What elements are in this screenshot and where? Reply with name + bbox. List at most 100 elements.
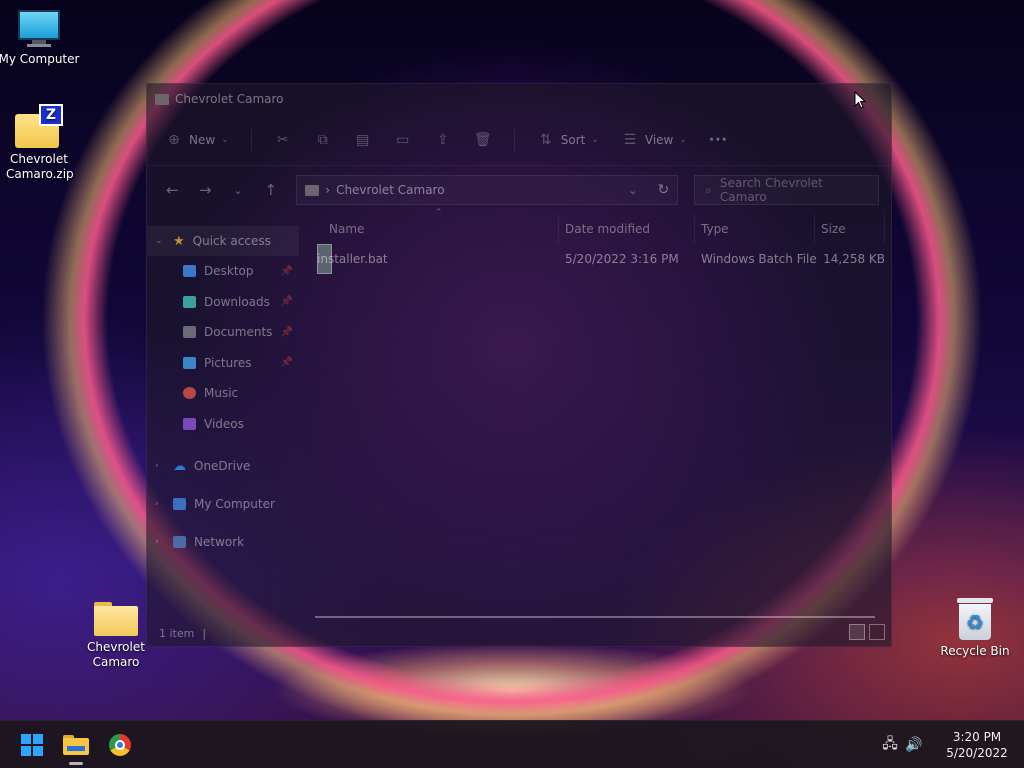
taskbar: 🖧 🔊 3:20 PM 5/20/2022 (0, 720, 1024, 768)
command-bar: ⊕ New ⌄ ✂ ⧉ ▤ ▭ ⇪ 🗑 ⇅ Sort ⌄ ☰ View ⌄ ··… (147, 114, 891, 166)
delete-button[interactable]: 🗑 (474, 132, 492, 148)
nav-my-computer[interactable]: › My Computer (147, 485, 299, 523)
desktop-icon-my-computer[interactable]: My Computer (0, 10, 84, 67)
chevron-down-icon: ⌄ (155, 236, 163, 246)
new-label: New (189, 132, 216, 147)
pin-icon[interactable]: 📌 (281, 357, 293, 368)
nav-item-pictures[interactable]: Pictures 📌 (147, 348, 299, 379)
copy-button[interactable]: ⧉ (314, 132, 332, 148)
pin-icon[interactable]: 📌 (281, 266, 293, 277)
nav-label: Quick access (192, 234, 271, 248)
table-row[interactable]: installer.bat 5/20/2022 3:16 PM Windows … (315, 244, 885, 274)
desktop-icon-label: Chevrolet Camaro.zip (6, 152, 74, 181)
column-header-size[interactable]: Size (815, 214, 885, 244)
document-icon (183, 326, 196, 339)
address-dropdown-icon[interactable]: ⌄ (628, 184, 637, 197)
nav-label: Desktop (204, 264, 254, 279)
desktop-icon-recycle-bin[interactable]: ♻ Recycle Bin (930, 598, 1020, 659)
chevron-down-icon: ⌄ (221, 134, 229, 145)
more-options-button[interactable]: ··· (709, 132, 728, 148)
desktop-icon (183, 265, 196, 278)
details-view-icon[interactable] (849, 624, 865, 640)
taskbar-file-explorer[interactable] (56, 721, 96, 768)
nav-label: Network (194, 535, 245, 549)
desktop-icon-zip[interactable]: Z Chevrolet Camaro.zip (0, 104, 84, 182)
desktop-icon-label: My Computer (0, 52, 80, 66)
item-count: 1 item (159, 626, 195, 640)
refresh-icon[interactable]: ↻ (657, 182, 669, 198)
breadcrumb[interactable]: Chevrolet Camaro (336, 183, 445, 197)
trash-icon: 🗑 (473, 131, 492, 148)
copy-icon: ⧉ (317, 131, 328, 148)
file-explorer-window[interactable]: Chevrolet Camaro ⊕ New ⌄ ✂ ⧉ ▤ ▭ ⇪ 🗑 ⇅ S… (146, 83, 892, 647)
new-button[interactable]: ⊕ New ⌄ (165, 132, 229, 148)
forward-arrow-icon[interactable]: → (192, 181, 219, 199)
taskbar-chrome[interactable] (100, 721, 140, 768)
nav-onedrive[interactable]: › ☁ OneDrive (147, 447, 299, 485)
tiles-view-icon[interactable] (869, 624, 885, 640)
nav-quick-access[interactable]: ⌄ ★ Quick access (147, 226, 299, 256)
view-icon: ☰ (623, 131, 637, 148)
start-button[interactable] (12, 721, 52, 768)
plus-icon: ⊕ (168, 131, 180, 148)
column-header-type[interactable]: Type (695, 214, 815, 244)
music-icon (183, 387, 196, 400)
window-title: Chevrolet Camaro (175, 92, 284, 106)
network-icon[interactable]: 🖧 (878, 733, 902, 757)
zip-archive-icon: Z (15, 104, 63, 148)
computer-icon (173, 498, 186, 510)
view-button[interactable]: ☰ View ⌄ (621, 132, 687, 148)
nav-label: Videos (204, 416, 244, 431)
cut-button[interactable]: ✂ (274, 132, 292, 148)
pin-icon[interactable]: 📌 (281, 327, 293, 338)
folder-icon (155, 93, 169, 105)
nav-item-videos[interactable]: Videos (147, 409, 299, 440)
breadcrumb-separator: › (325, 183, 331, 197)
up-arrow-icon[interactable]: ↑ (257, 181, 284, 199)
windows-logo-icon (21, 734, 43, 756)
status-bar: 1 item | (147, 620, 891, 646)
pin-icon[interactable]: 📌 (281, 296, 293, 307)
chevron-right-icon: › (155, 499, 159, 509)
rename-button[interactable]: ▭ (394, 132, 412, 148)
recent-chevron-icon[interactable]: ⌄ (225, 184, 252, 197)
share-button[interactable]: ⇪ (434, 132, 452, 148)
toolbar-divider (513, 128, 515, 151)
paste-button[interactable]: ▤ (354, 132, 372, 148)
column-header-date[interactable]: Date modified (559, 214, 695, 244)
column-header-name[interactable]: Name (323, 214, 559, 244)
navigation-pane: ⌄ ★ Quick access Desktop 📌 Downloads 📌 D… (147, 214, 299, 620)
sort-button[interactable]: ⇅ Sort ⌄ (537, 132, 599, 148)
search-input[interactable]: ⌕ Search Chevrolet Camaro (694, 175, 879, 205)
paste-icon: ▤ (356, 131, 370, 148)
nav-label: Pictures (204, 355, 252, 370)
cut-icon: ✂ (276, 131, 289, 148)
clock[interactable]: 3:20 PM 5/20/2022 (932, 729, 1022, 761)
nav-item-music[interactable]: Music (147, 378, 299, 409)
video-icon (183, 417, 196, 430)
system-tray: 🖧 🔊 3:20 PM 5/20/2022 (878, 721, 1024, 768)
share-icon: ⇪ (436, 131, 449, 148)
clock-time: 3:20 PM (952, 730, 1002, 744)
sort-label: Sort (560, 132, 586, 147)
file-date-cell: 5/20/2022 3:16 PM (565, 252, 679, 266)
horizontal-scrollbar[interactable] (315, 616, 875, 618)
nav-item-desktop[interactable]: Desktop 📌 (147, 256, 299, 287)
window-titlebar[interactable]: Chevrolet Camaro (147, 84, 891, 114)
nav-network[interactable]: › Network (147, 523, 299, 561)
folder-icon (94, 600, 138, 636)
column-headers: ⌃ Name Date modified Type Size (299, 208, 891, 244)
nav-item-documents[interactable]: Documents 📌 (147, 317, 299, 348)
file-size-cell: 14,258 KB (823, 252, 885, 266)
back-arrow-icon[interactable]: ← (159, 181, 186, 199)
toolbar-divider (250, 128, 252, 151)
explorer-content: ⌄ ★ Quick access Desktop 📌 Downloads 📌 D… (147, 208, 891, 620)
address-bar[interactable]: › Chevrolet Camaro ⌄ ↻ (296, 175, 679, 205)
nav-item-downloads[interactable]: Downloads 📌 (147, 287, 299, 318)
download-icon (183, 295, 196, 308)
pictures-icon (183, 356, 196, 369)
chevron-right-icon: › (155, 461, 159, 471)
nav-label: OneDrive (194, 459, 251, 473)
desktop-icon-label: Chevrolet Camaro (87, 640, 145, 669)
volume-icon[interactable]: 🔊 (902, 737, 926, 753)
